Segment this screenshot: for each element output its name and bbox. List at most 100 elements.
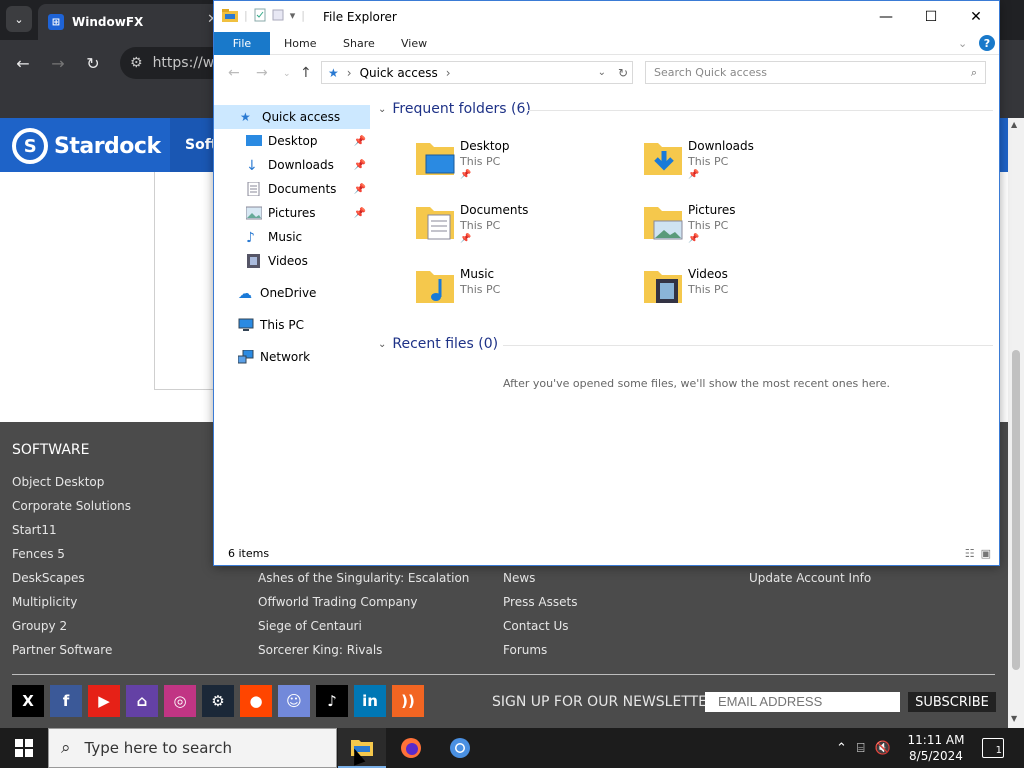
footer-link[interactable]: Groupy 2 (12, 614, 131, 638)
show-hidden-icons-icon[interactable]: ⌃ (836, 741, 847, 756)
footer-link[interactable]: Partner Software (12, 638, 131, 662)
folder-tile-videos[interactable]: Videos This PC (642, 265, 842, 321)
back-icon[interactable]: ← (228, 65, 240, 81)
folder-tile-documents[interactable]: Documents This PC 📌 (414, 201, 614, 257)
properties-icon[interactable] (254, 8, 266, 22)
subscribe-button[interactable]: SUBSCRIBE (908, 692, 996, 712)
breadcrumb-chevron-icon[interactable]: › (347, 66, 352, 80)
discord-icon[interactable]: ☺ (278, 685, 310, 717)
footer-link[interactable]: News (503, 566, 577, 590)
instagram-icon[interactable]: ◎ (164, 685, 196, 717)
nav-item-quick-access[interactable]: ★ Quick access (214, 105, 370, 129)
close-icon[interactable]: ✕ (953, 1, 999, 32)
taskbar-search-input[interactable]: ⌕ Type here to search (48, 728, 337, 768)
footer-link[interactable]: Ashes of the Singularity: Escalation (258, 566, 469, 590)
folder-tile-downloads[interactable]: Downloads This PC 📌 (642, 137, 842, 193)
folder-tile-music[interactable]: Music This PC (414, 265, 614, 321)
twitch-icon[interactable]: ⌂ (126, 685, 158, 717)
search-input[interactable]: Search Quick access ⌕ (645, 61, 986, 84)
email-input[interactable] (705, 692, 900, 712)
footer-link[interactable]: Offworld Trading Company (258, 590, 469, 614)
software-links: Object Desktop Corporate Solutions Start… (12, 470, 131, 662)
breadcrumb[interactable]: Quick access (360, 66, 438, 80)
browser-tab[interactable]: ⊞ WindowFX ✕ (38, 4, 228, 40)
nav-item-this-pc[interactable]: This PC (214, 313, 370, 337)
recent-files-header[interactable]: ⌄ Recent files (0) (378, 336, 498, 352)
footer-link[interactable]: Multiplicity (12, 590, 131, 614)
facebook-icon[interactable]: f (50, 685, 82, 717)
up-icon[interactable]: ↑ (300, 65, 312, 81)
footer-link[interactable]: DeskScapes (12, 566, 131, 590)
nav-item-pictures[interactable]: Pictures 📌 (214, 201, 370, 225)
footer-link[interactable]: Corporate Solutions (12, 494, 131, 518)
help-icon[interactable]: ? (979, 35, 995, 51)
expand-ribbon-icon[interactable]: ⌄ (958, 32, 967, 55)
network-status-icon[interactable]: ⌸ (857, 741, 865, 756)
window-title: File Explorer (323, 10, 397, 24)
nav-item-desktop[interactable]: Desktop 📌 (214, 129, 370, 153)
forward-icon[interactable]: → (47, 52, 69, 74)
nav-item-network[interactable]: Network (214, 345, 370, 369)
forward-icon[interactable]: → (256, 65, 268, 81)
clock[interactable]: 11:11 AM 8/5/2024 (900, 732, 972, 764)
linkedin-icon[interactable]: in (354, 685, 386, 717)
back-icon[interactable]: ← (12, 52, 34, 74)
recent-locations-icon[interactable]: ⌄ (283, 69, 291, 79)
collapse-chevron-icon[interactable]: ⌄ (378, 339, 386, 350)
new-folder-icon[interactable] (272, 8, 284, 22)
notification-center-icon[interactable]: 1 (982, 738, 1004, 758)
footer-link[interactable]: Sorcerer King: Rivals (258, 638, 469, 662)
scrollbar-thumb[interactable] (1012, 350, 1020, 670)
maximize-icon[interactable]: ☐ (908, 1, 954, 32)
rss-icon[interactable]: )) (392, 685, 424, 717)
scroll-up-icon[interactable]: ▲ (1011, 120, 1017, 129)
folder-tile-desktop[interactable]: Desktop This PC 📌 (414, 137, 614, 193)
footer-link[interactable]: Press Assets (503, 590, 577, 614)
folder-tile-pictures[interactable]: Pictures This PC 📌 (642, 201, 842, 257)
tab-file[interactable]: File (214, 32, 270, 55)
details-view-icon[interactable]: ☷ (965, 547, 975, 560)
address-bar[interactable]: ★ › Quick access › ⌄ ↻ (321, 61, 633, 84)
minimize-icon[interactable]: — (863, 1, 909, 32)
refresh-icon[interactable]: ↻ (618, 66, 628, 80)
address-dropdown-icon[interactable]: ⌄ (598, 67, 606, 78)
stardock-logo[interactable]: S Stardock (12, 128, 161, 164)
page-scrollbar[interactable]: ▲ ▼ (1008, 118, 1024, 728)
footer-link[interactable]: Update Account Info (749, 566, 871, 590)
frequent-folders-header[interactable]: ⌄ Frequent folders (6) (378, 101, 531, 117)
notification-count: 1 (995, 745, 1002, 756)
large-icons-view-icon[interactable]: ▣ (981, 547, 991, 560)
tab-dropdown-icon[interactable]: ⌄ (6, 6, 32, 32)
reddit-icon[interactable]: ● (240, 685, 272, 717)
tab-home[interactable]: Home (284, 32, 316, 55)
volume-muted-icon[interactable]: 🔇 (875, 741, 891, 756)
nav-item-onedrive[interactable]: ☁ OneDrive (214, 281, 370, 305)
nav-item-videos[interactable]: Videos (214, 249, 370, 273)
footer-link[interactable]: Fences 5 (12, 542, 131, 566)
taskbar-firefox[interactable] (387, 728, 435, 768)
breadcrumb-chevron-icon[interactable]: › (446, 66, 451, 80)
site-info-icon[interactable]: ⚙ (130, 55, 143, 71)
youtube-icon[interactable]: ▶ (88, 685, 120, 717)
customize-toolbar-icon[interactable]: ▾ (290, 9, 296, 22)
tiktok-icon[interactable]: ♪ (316, 685, 348, 717)
footer-link[interactable]: Object Desktop (12, 470, 131, 494)
scroll-down-icon[interactable]: ▼ (1011, 714, 1017, 723)
steam-icon[interactable]: ⚙ (202, 685, 234, 717)
footer-link[interactable]: Forums (503, 638, 577, 662)
reload-icon[interactable]: ↻ (82, 52, 104, 74)
x-icon[interactable]: X (12, 685, 44, 717)
tab-share[interactable]: Share (343, 32, 375, 55)
footer-link[interactable]: Start11 (12, 518, 131, 542)
nav-item-downloads[interactable]: ↓ Downloads 📌 (214, 153, 370, 177)
nav-item-documents[interactable]: Documents 📌 (214, 177, 370, 201)
quick-access-star-icon: ★ (328, 65, 339, 80)
footer-link[interactable]: Siege of Centauri (258, 614, 469, 638)
nav-item-music[interactable]: ♪ Music (214, 225, 370, 249)
start-button[interactable] (0, 728, 48, 768)
collapse-chevron-icon[interactable]: ⌄ (378, 104, 386, 115)
footer-link[interactable]: Contact Us (503, 614, 577, 638)
tab-view[interactable]: View (401, 32, 427, 55)
downloads-icon: ↓ (246, 158, 258, 174)
taskbar-chrome[interactable] (436, 728, 484, 768)
